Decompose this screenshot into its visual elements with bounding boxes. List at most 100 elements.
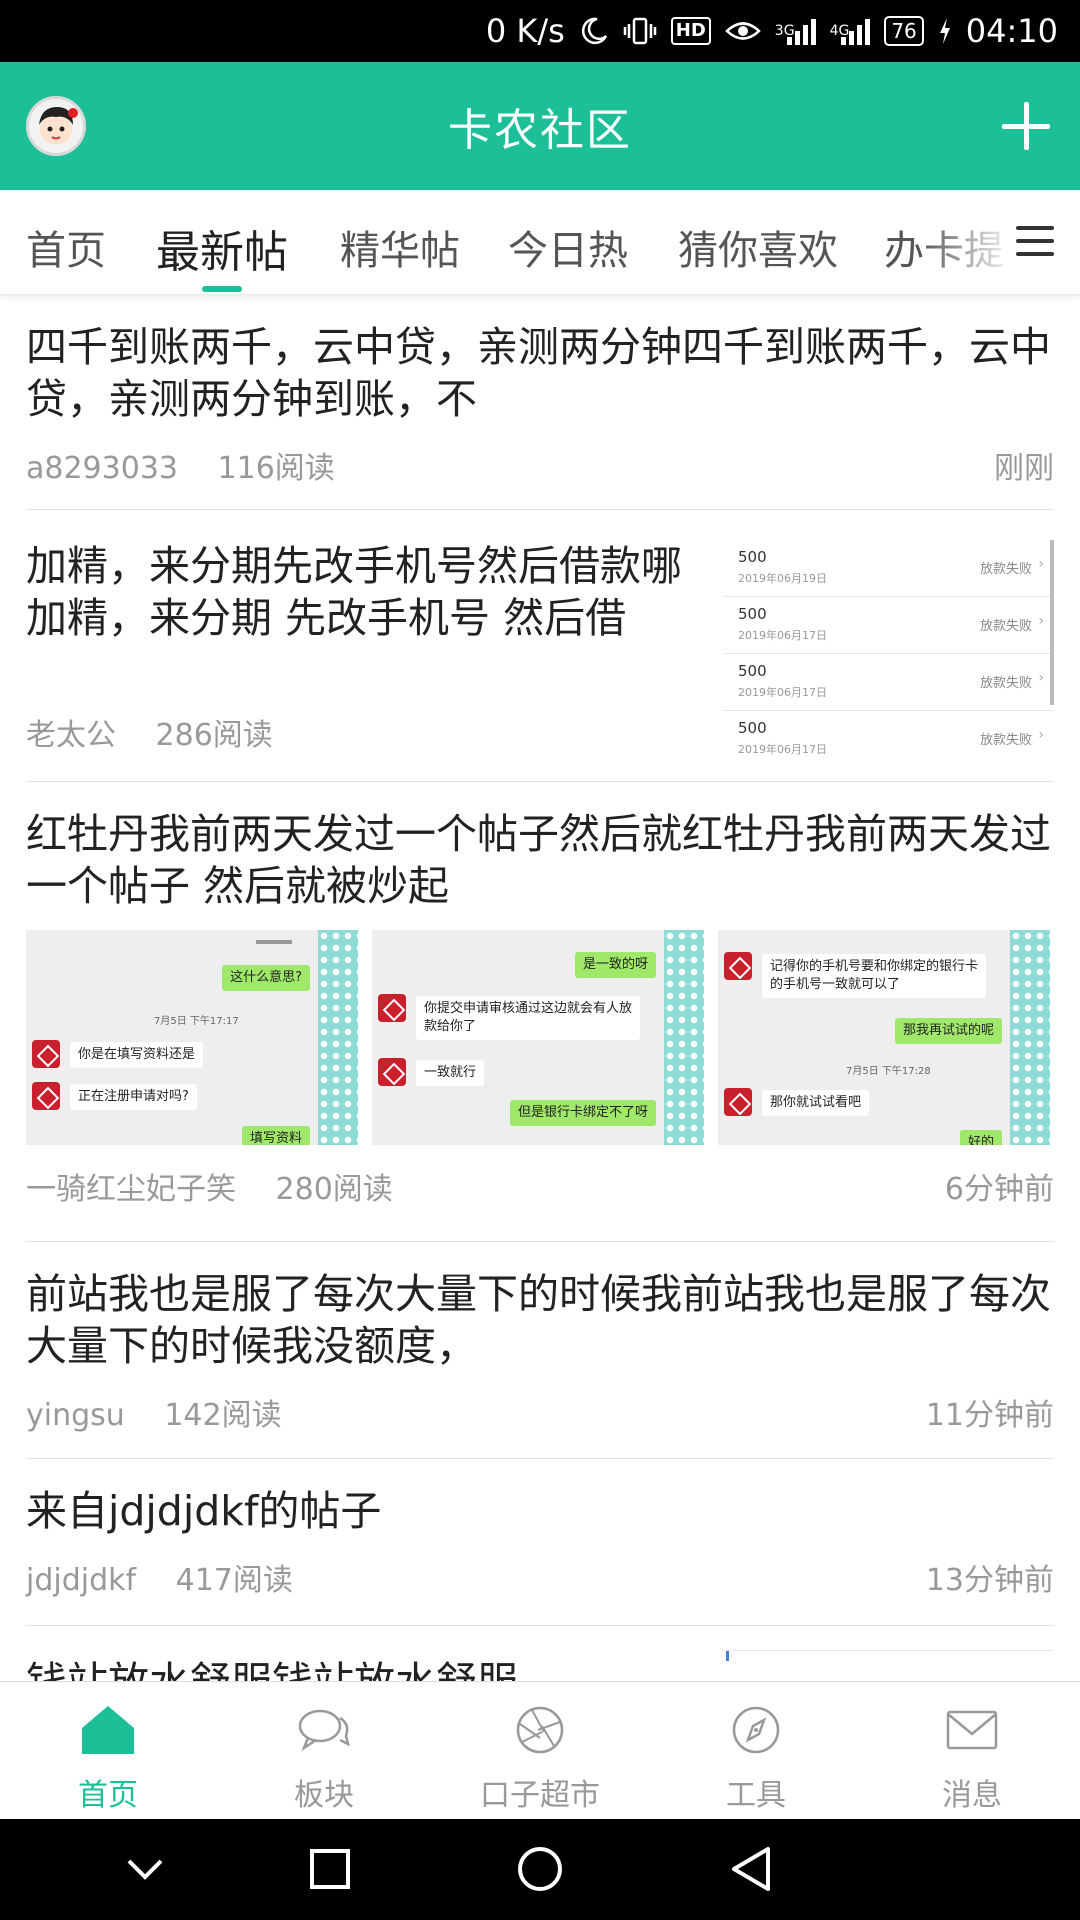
post-feed[interactable]: 四千到账两千，云中贷，亲测两分钟四千到账两千，云中贷，亲测两分钟到账，不 a82… (0, 295, 1080, 1681)
tab-latest[interactable]: 最新帖 (156, 216, 288, 280)
post-title[interactable]: 加精，来分期先改手机号然后借款哪加精，来分期 先改手机号 然后借 (26, 540, 696, 644)
nav-home[interactable]: 首页 (0, 1682, 216, 1820)
post-reads: 116阅读 (217, 451, 335, 486)
post-item[interactable]: 红牡丹我前两天发过一个帖子然后就红牡丹我前两天发过一个帖子 然后就被炒起 这什么… (26, 782, 1054, 1242)
post-item[interactable]: 前站我也是服了每次大量下的时候我前站我也是服了每次大量下的时候我没额度， yin… (26, 1242, 1054, 1459)
vibrate-icon (623, 16, 657, 46)
post-item[interactable]: 来自jdjdjdkf的帖子 jdjdjdkf 417阅读 13分钟前 (26, 1459, 1054, 1626)
signal-icon (841, 17, 871, 45)
tab-fade (920, 190, 1080, 294)
chevron-right-icon: › (1038, 670, 1044, 686)
chat-bubbles-icon (296, 1704, 352, 1756)
status-bar: 0 K/s HD 3G 4G 76 04:10 (0, 0, 1080, 62)
chat-bubble-line: 款给你了 (424, 1019, 477, 1034)
post-item[interactable]: 加精，来分期先改手机号然后借款哪加精，来分期 先改手机号 然后借 老太公 286… (26, 510, 1054, 782)
home-icon (80, 1704, 136, 1756)
post-time: 刚刚 (994, 451, 1054, 486)
thumbnail-amount: 500 (738, 548, 767, 566)
chat-bubble: 是一致的呀 (574, 952, 656, 978)
active-tab-indicator (202, 286, 242, 292)
post-title[interactable]: 钱站放水舒服钱站放水舒服 (26, 1656, 706, 1681)
app-logo-icon (724, 952, 752, 980)
nav-tools[interactable]: 工具 (648, 1682, 864, 1820)
home-circle-icon[interactable] (480, 1819, 600, 1920)
post-title[interactable]: 来自jdjdjdkf的帖子 (26, 1485, 1054, 1537)
post-meta: 老太公 286阅读 (26, 710, 303, 754)
post-item[interactable]: 钱站放水舒服钱站放水舒服 (26, 1626, 1054, 1681)
post-author: 一骑红尘妃子笑 (26, 1172, 236, 1207)
post-reads: 417阅读 (175, 1563, 293, 1598)
post-time: 13分钟前 (925, 1563, 1054, 1598)
post-image[interactable]: 是一致的呀 你提交申请审核通过这边就会有人放 款给你了 一致就行 但是银行卡绑定… (372, 930, 704, 1145)
thumbnail-date: 2019年06月17日 (738, 629, 827, 642)
post-item[interactable]: 四千到账两千，云中贷，亲测两分钟四千到账两千，云中贷，亲测两分钟到账，不 a82… (26, 295, 1054, 510)
nav-label: 工具 (726, 1778, 786, 1813)
post-title[interactable]: 红牡丹我前两天发过一个帖子然后就红牡丹我前两天发过一个帖子 然后就被炒起 (26, 808, 1054, 912)
chat-bubble: 记得你的手机号要和你绑定的银行卡 的手机号一致就可以了 (762, 954, 987, 998)
chat-timestamp: 7月5日 下午17:28 (846, 1066, 931, 1077)
thumbnail-amount: 500 (738, 662, 767, 680)
chat-bubble: 一致就行 (416, 1060, 485, 1086)
post-meta: yingsu 142阅读 (26, 1390, 312, 1434)
thumbnail-amount: 500 (738, 719, 767, 737)
image-pattern (1010, 930, 1050, 1145)
chat-bubble-line: 记得你的手机号要和你绑定的银行卡 (770, 959, 979, 974)
chevron-right-icon: › (1038, 613, 1044, 629)
thumbnail-date: 2019年06月17日 (738, 686, 827, 699)
avatar-icon[interactable] (26, 96, 86, 156)
image-pattern (318, 930, 358, 1145)
post-meta: jdjdjdkf 417阅读 (26, 1555, 323, 1599)
chat-bubble: 你是在填写资料还是 (70, 1042, 204, 1068)
clock: 04:10 (965, 12, 1058, 50)
image-handle (256, 940, 292, 944)
hd-badge: HD (670, 17, 711, 45)
nav-messages[interactable]: 消息 (864, 1682, 1080, 1820)
hamburger-menu-icon[interactable] (1016, 224, 1054, 258)
post-author: yingsu (26, 1398, 125, 1433)
battery-icon: 76 (884, 16, 924, 46)
post-author: 老太公 (26, 718, 116, 753)
app-logo-icon (32, 1040, 60, 1068)
moon-icon (579, 16, 609, 46)
app-logo-icon (724, 1088, 752, 1116)
chat-bubble-line: 的手机号一致就可以了 (770, 977, 901, 992)
thumbnail-status: 放款失败 (979, 676, 1032, 691)
tab-featured[interactable]: 精华帖 (340, 218, 460, 276)
post-title[interactable]: 四千到账两千，云中贷，亲测两分钟四千到账两千，云中贷，亲测两分钟到账，不 (26, 321, 1054, 425)
post-author: a8293033 (26, 451, 178, 486)
post-author: jdjdjdkf (26, 1563, 137, 1598)
thumbnail-row: 500 2019年06月17日 放款失败 › (724, 711, 1054, 768)
signal-icon (786, 17, 816, 45)
thumbnail-status: 放款失败 (979, 733, 1032, 748)
post-time: 6分钟前 (944, 1172, 1054, 1207)
chat-bubble: 那你就试试看吧 (762, 1090, 870, 1116)
post-meta: 一骑红尘妃子笑 280阅读 (26, 1164, 423, 1208)
nav-label: 首页 (78, 1778, 138, 1813)
nav-market[interactable]: 口子超市 (432, 1682, 648, 1820)
post-time: 11分钟前 (925, 1398, 1054, 1433)
tab-today-hot[interactable]: 今日热 (508, 218, 628, 276)
post-image[interactable]: 这什么意思? 7月5日 下午17:17 你是在填写资料还是 正在注册申请对吗? … (26, 930, 358, 1145)
recent-apps-icon[interactable] (270, 1819, 390, 1920)
bottom-navigation: 首页 板块 口子超市 工具 消息 (0, 1681, 1080, 1819)
plus-icon[interactable] (998, 98, 1054, 154)
chat-bubble: 正在注册申请对吗? (70, 1084, 197, 1110)
nav-boards[interactable]: 板块 (216, 1682, 432, 1820)
post-title[interactable]: 前站我也是服了每次大量下的时候我前站我也是服了每次大量下的时候我没额度， (26, 1268, 1054, 1372)
chat-bubble: 好的 (959, 1130, 1002, 1145)
chevron-right-icon: › (1038, 727, 1044, 743)
post-thumbnail[interactable]: 500 2019年06月19日 放款失败 › 500 2019年06月17日 放… (724, 540, 1054, 756)
post-thumbnail[interactable] (724, 1650, 1054, 1681)
chat-timestamp: 7月5日 下午17:17 (154, 1016, 239, 1027)
thumbnail-scrollbar (1050, 540, 1054, 705)
app-logo-icon (378, 994, 406, 1022)
nav-label: 板块 (294, 1778, 354, 1813)
chevron-down-icon[interactable] (85, 1819, 205, 1920)
tab-recommended[interactable]: 猜你喜欢 (678, 218, 838, 276)
tab-home[interactable]: 首页 (26, 218, 106, 276)
envelope-icon (944, 1704, 1000, 1756)
post-image[interactable]: 记得你的手机号要和你绑定的银行卡 的手机号一致就可以了 那我再试试的呢 7月5日… (718, 930, 1050, 1145)
nav-label: 消息 (942, 1778, 1002, 1813)
aperture-icon (512, 1704, 568, 1756)
back-triangle-icon[interactable] (690, 1819, 810, 1920)
